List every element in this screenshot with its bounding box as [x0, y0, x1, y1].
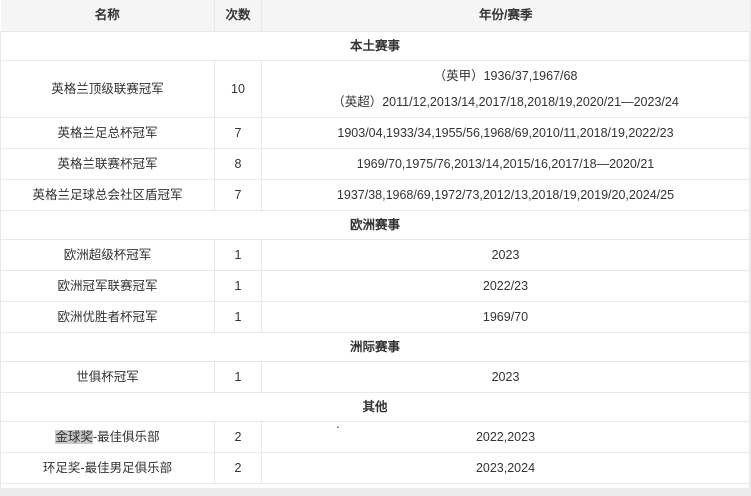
trophy-name-cell: 英格兰顶级联赛冠军 [0, 59, 215, 118]
column-header-count: 次数 [214, 0, 262, 32]
years-cell: 1937/38,1968/69,1972/73,2012/13,2018/19,… [261, 178, 750, 211]
page-background-strip [0, 488, 751, 496]
column-header-name: 名称 [0, 0, 215, 32]
trophy-name-cell: 环足奖-最佳男足俱乐部 [0, 451, 215, 484]
trophy-name-cell: 英格兰足球总会社区盾冠军 [0, 178, 215, 211]
years-line: 1969/70,1975/76,2013/14,2015/16,2017/18—… [356, 156, 655, 171]
trophy-name-cell: 英格兰联赛杯冠军 [0, 147, 215, 180]
table-row: 英格兰足球总会社区盾冠军 7 1937/38,1968/69,1972/73,201… [0, 178, 750, 211]
years-cell: 2023 [261, 238, 750, 271]
count-cell: 8 [214, 147, 262, 180]
trophy-name-cell: 欧洲冠军联赛冠军 [0, 269, 215, 302]
trophy-name-rest: -最佳俱乐部 [92, 429, 160, 444]
count-cell: 1 [214, 300, 262, 333]
section-row: 欧洲赛事 [0, 209, 750, 240]
table-row: 英格兰顶级联赛冠军 10 （英甲）1936/37,1967/68 （英超）2011/1… [0, 59, 750, 118]
selected-text: 金球奖 [55, 429, 93, 444]
years-line: 2022/23 [482, 278, 529, 293]
section-title: 其他 [0, 391, 750, 422]
years-line: 2023,2024 [475, 460, 536, 475]
years-line: 1903/04,1933/34,1955/56,1968/69,2010/11,… [337, 125, 674, 140]
years-cell: （英甲）1936/37,1967/68 （英超）2011/12,2013/14,2… [261, 59, 750, 118]
count-cell: 10 [214, 59, 262, 118]
years-cell: 2023 [261, 360, 750, 393]
section-title: 洲际赛事 [0, 331, 750, 362]
section-title: 本土赛事 [0, 30, 750, 61]
years-cell: 2023,2024 [261, 451, 750, 484]
trophy-name-cell: 世俱杯冠军 [0, 360, 215, 393]
count-cell: 2 [214, 420, 262, 453]
trophy-name-cell: 欧洲优胜者杯冠军 [0, 300, 215, 333]
count-cell: 1 [214, 269, 262, 302]
years-line: 2023 [491, 369, 520, 384]
years-line: 1969/70 [482, 309, 529, 324]
table-body: 本土赛事 英格兰顶级联赛冠军 10 （英甲）1936/37,1967/68 （英超）20… [0, 30, 750, 484]
years-cell: 1969/70 [261, 300, 750, 333]
years-cell: 2022/23 [261, 269, 750, 302]
count-cell: 1 [214, 360, 262, 393]
trophy-name-cell: 欧洲超级杯冠军 [0, 238, 215, 271]
table-row: 金球奖-最佳俱乐部 2 2022,2023 [0, 420, 750, 453]
section-row: 洲际赛事 [0, 331, 750, 362]
table-row: 欧洲冠军联赛冠军 1 2022/23 [0, 269, 750, 302]
table-row: 环足奖-最佳男足俱乐部 2 2023,2024 [0, 451, 750, 484]
section-title: 欧洲赛事 [0, 209, 750, 240]
column-header-years: 年份/赛季 [261, 0, 750, 32]
table-row: 欧洲超级杯冠军 1 2023 [0, 238, 750, 271]
years-line: （英超）2011/12,2013/14,2017/18,2018/19,2020… [332, 94, 679, 109]
trophy-name-cell: 金球奖-最佳俱乐部 [0, 420, 215, 453]
table-row: 英格兰联赛杯冠军 8 1969/70,1975/76,2013/14,2015/16… [0, 147, 750, 180]
years-line: 2023 [491, 247, 520, 262]
honours-table-page: 名称 次数 年份/赛季 本土赛事 英格兰顶级联赛冠军 10 （英甲）1936/37,1… [0, 0, 751, 496]
trophy-name-cell: 英格兰足总杯冠军 [0, 116, 215, 149]
years-cell: 2022,2023 [261, 420, 750, 453]
stray-period-artifact: . [336, 416, 340, 431]
years-line: （英甲）1936/37,1967/68 [433, 68, 578, 83]
count-cell: 1 [214, 238, 262, 271]
years-line: 1937/38,1968/69,1972/73,2012/13,2018/19,… [336, 187, 675, 202]
count-cell: 2 [214, 451, 262, 484]
years-cell: 1903/04,1933/34,1955/56,1968/69,2010/11,… [261, 116, 750, 149]
section-row: 本土赛事 [0, 30, 750, 61]
count-cell: 7 [214, 178, 262, 211]
table-row: 欧洲优胜者杯冠军 1 1969/70 [0, 300, 750, 333]
years-cell: 1969/70,1975/76,2013/14,2015/16,2017/18—… [261, 147, 750, 180]
section-row: 其他 [0, 391, 750, 422]
honours-table: 名称 次数 年份/赛季 本土赛事 英格兰顶级联赛冠军 10 （英甲）1936/37,1… [0, 0, 750, 496]
count-cell: 7 [214, 116, 262, 149]
table-header-row: 名称 次数 年份/赛季 [0, 0, 750, 32]
table-row: 世俱杯冠军 1 2023 [0, 360, 750, 393]
table-row: 英格兰足总杯冠军 7 1903/04,1933/34,1955/56,1968/69… [0, 116, 750, 149]
